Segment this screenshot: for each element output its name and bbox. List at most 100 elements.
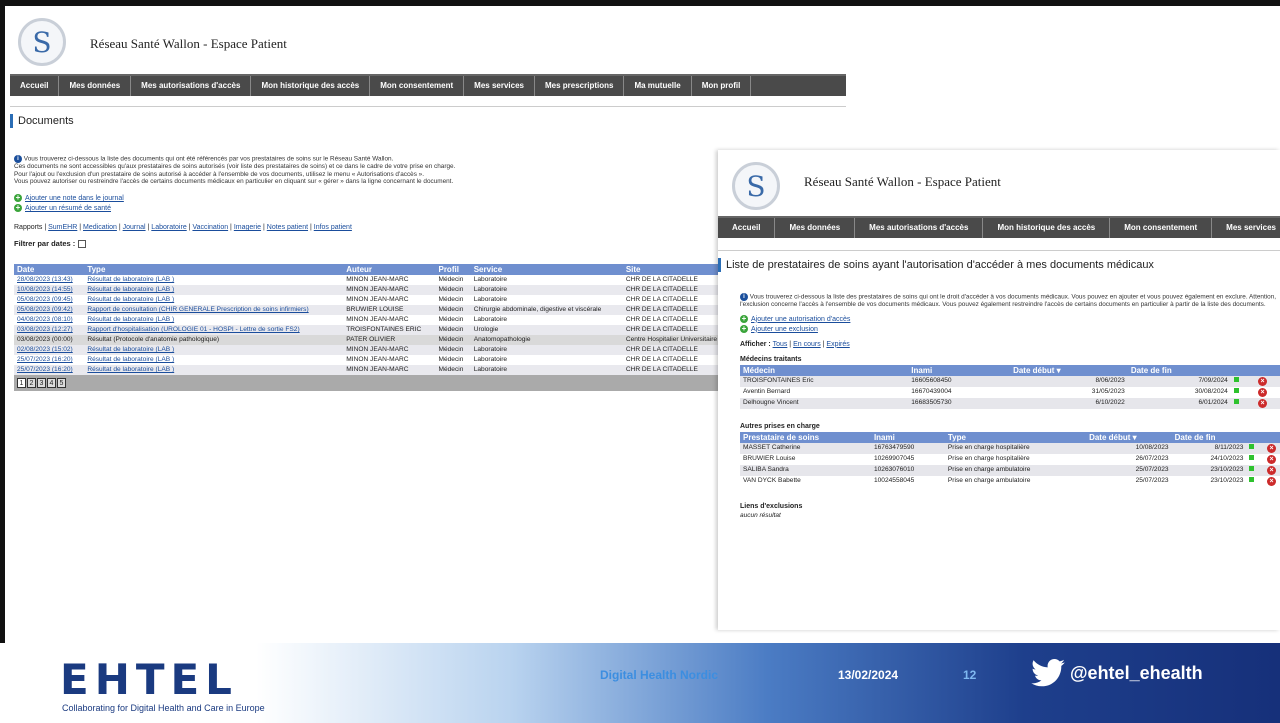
table-cell: 31/05/2023	[1091, 388, 1125, 396]
page-button[interactable]: 5	[57, 378, 66, 389]
document-date-link[interactable]: 10/08/2023 (14:55)	[17, 286, 73, 293]
sort-desc-icon[interactable]: ▾	[1130, 433, 1137, 442]
status-cell	[1230, 397, 1256, 409]
report-link[interactable]: Notes patient	[267, 224, 308, 231]
column-header[interactable]: Inami	[870, 431, 945, 443]
other-care-table: Prestataire de soins Inami Type Date début …	[740, 431, 1280, 487]
document-type-link[interactable]: Rapport de consultation (CHIR GENERALE P…	[87, 306, 308, 313]
document-type-link[interactable]: Rapport d'hospitalisation (UROLOGIE 01 -…	[87, 326, 299, 333]
nav-item[interactable]: Mes données	[775, 218, 856, 238]
display-option[interactable]: Expirés	[826, 341, 849, 348]
table-cell: TROISFONTAINES ERIC	[343, 325, 436, 336]
report-link[interactable]: SumEHR	[48, 224, 77, 231]
report-link[interactable]: Imagerie	[234, 224, 261, 231]
add-summary-link[interactable]: Ajouter un résumé de santé	[25, 205, 111, 212]
table-cell: 05/08/2023 (09:45)	[14, 295, 84, 305]
column-header[interactable]: Date de fin	[1171, 431, 1247, 443]
document-date-link[interactable]: 05/08/2023 (09:45)	[17, 296, 73, 303]
document-date-link[interactable]: 02/08/2023 (15:02)	[17, 346, 73, 353]
slide-date: 13/02/2024	[838, 668, 899, 682]
document-type-link[interactable]: Résultat de laboratoire (LAB )	[87, 346, 174, 353]
table-cell: 23/10/2023	[1171, 464, 1247, 476]
column-header[interactable]: Service	[470, 264, 623, 276]
column-header[interactable]: Type	[84, 264, 344, 276]
column-header[interactable]: Prestataire de soins	[740, 431, 871, 443]
active-status-icon	[1249, 455, 1255, 461]
column-header	[1230, 364, 1256, 376]
column-header[interactable]: Type	[944, 431, 1087, 443]
nav-item[interactable]: Mes données	[59, 76, 132, 96]
nav-item[interactable]: Mes services	[1212, 218, 1280, 238]
remove-icon[interactable]: ×	[1258, 376, 1268, 386]
nav-item[interactable]: Mes autorisations d'accès	[131, 76, 252, 96]
page-button[interactable]: 3	[37, 378, 46, 389]
nav-item[interactable]: Mes autorisations d'accès	[855, 218, 984, 238]
table-row: BRUWIER Louise 10269907045 Prise en charge…	[740, 454, 1280, 465]
remove-icon[interactable]: ×	[1258, 387, 1268, 397]
slide-number: 12	[963, 668, 977, 682]
document-type-link[interactable]: Résultat de laboratoire (LAB )	[87, 276, 174, 283]
column-header[interactable]: Date	[14, 264, 85, 276]
nav-item[interactable]: Ma mutuelle	[624, 76, 692, 96]
page-button[interactable]: 2	[27, 378, 36, 389]
page-button[interactable]: 4	[47, 378, 56, 389]
column-header[interactable]: Date début ▾	[1010, 364, 1128, 376]
table-cell: 16605608450	[908, 375, 1011, 387]
add-exclusion-link[interactable]: Ajouter une exclusion	[751, 326, 818, 333]
column-header[interactable]: Médecin	[740, 364, 909, 376]
document-type-link[interactable]: Résultat de laboratoire (LAB )	[87, 286, 174, 293]
document-type-link[interactable]: Résultat de laboratoire (LAB )	[87, 296, 174, 303]
sort-desc-icon[interactable]: ▾	[1054, 366, 1061, 375]
table-cell: Urologie	[470, 325, 623, 336]
nav-item[interactable]: Mes services	[464, 76, 535, 96]
table-cell: 30/08/2024	[1194, 388, 1228, 396]
remove-icon[interactable]: ×	[1258, 398, 1268, 408]
remove-icon[interactable]: ×	[1267, 443, 1277, 453]
remove-icon[interactable]: ×	[1267, 465, 1277, 475]
date-filter-checkbox[interactable]	[78, 240, 87, 249]
table-row: MASSET Catherine 16763479590 Prise en char…	[740, 442, 1280, 454]
column-header[interactable]: Profil	[435, 264, 471, 276]
display-option[interactable]: En cours	[793, 341, 821, 348]
nav-item[interactable]: Mon historique des accès	[983, 218, 1111, 238]
table-cell: MINON JEAN-MARC	[346, 356, 409, 364]
document-date-link[interactable]: 03/08/2023 (12:27)	[17, 326, 73, 333]
report-link[interactable]: Infos patient	[314, 224, 352, 231]
gp-table: Médecin Inami Date début ▾ Date de fin TROI…	[740, 364, 1280, 409]
remove-icon[interactable]: ×	[1267, 454, 1277, 464]
column-header[interactable]: Auteur	[343, 264, 436, 276]
add-authorization-link[interactable]: Ajouter une autorisation d'accès	[751, 316, 850, 323]
display-option[interactable]: Tous	[773, 341, 788, 348]
column-header[interactable]: Inami	[908, 364, 1011, 376]
nav-item[interactable]: Mon profil	[692, 76, 752, 96]
document-date-link[interactable]: 04/08/2023 (08:10)	[17, 316, 73, 323]
add-note-link[interactable]: Ajouter une note dans le journal	[25, 195, 124, 202]
table-cell: Médecin	[438, 316, 464, 324]
column-header[interactable]: Date début ▾	[1086, 431, 1172, 443]
document-type-link[interactable]: Résultat de laboratoire (LAB )	[87, 316, 174, 323]
nav-item[interactable]: Accueil	[10, 76, 60, 96]
table-cell: Médecin	[435, 365, 471, 376]
nav-item[interactable]: Mon consentement	[1110, 218, 1213, 238]
table-cell: BRUWIER LOUISE	[343, 305, 436, 316]
report-link[interactable]: Journal	[123, 224, 146, 231]
nav-item[interactable]: Mon historique des accès	[251, 76, 371, 96]
document-date-link[interactable]: 28/08/2023 (13:43)	[17, 276, 73, 283]
document-date-link[interactable]: 25/07/2023 (16:20)	[17, 356, 73, 363]
remove-icon[interactable]: ×	[1267, 476, 1277, 486]
slide-footer: EHTEL Collaborating for Digital Health a…	[0, 643, 1280, 723]
nav-item[interactable]: Mes prescriptions	[535, 76, 625, 96]
column-header[interactable]: Date de fin	[1127, 364, 1231, 376]
page-button[interactable]: 1	[17, 378, 26, 389]
document-date-link[interactable]: 25/07/2023 (16:20)	[17, 366, 73, 373]
nav-item[interactable]: Accueil	[718, 218, 776, 238]
report-link[interactable]: Vaccination	[192, 224, 228, 231]
document-date-link[interactable]: 05/08/2023 (09:42)	[17, 306, 73, 313]
nav-item[interactable]: Mon consentement	[370, 76, 465, 96]
add-icon: +	[14, 203, 22, 213]
report-link[interactable]: Laboratoire	[151, 224, 186, 231]
document-type-link[interactable]: Résultat de laboratoire (LAB )	[87, 366, 174, 373]
report-link[interactable]: Medication	[83, 224, 117, 231]
table-cell: 8/11/2023	[1171, 442, 1247, 454]
document-type-link[interactable]: Résultat de laboratoire (LAB )	[87, 356, 174, 363]
